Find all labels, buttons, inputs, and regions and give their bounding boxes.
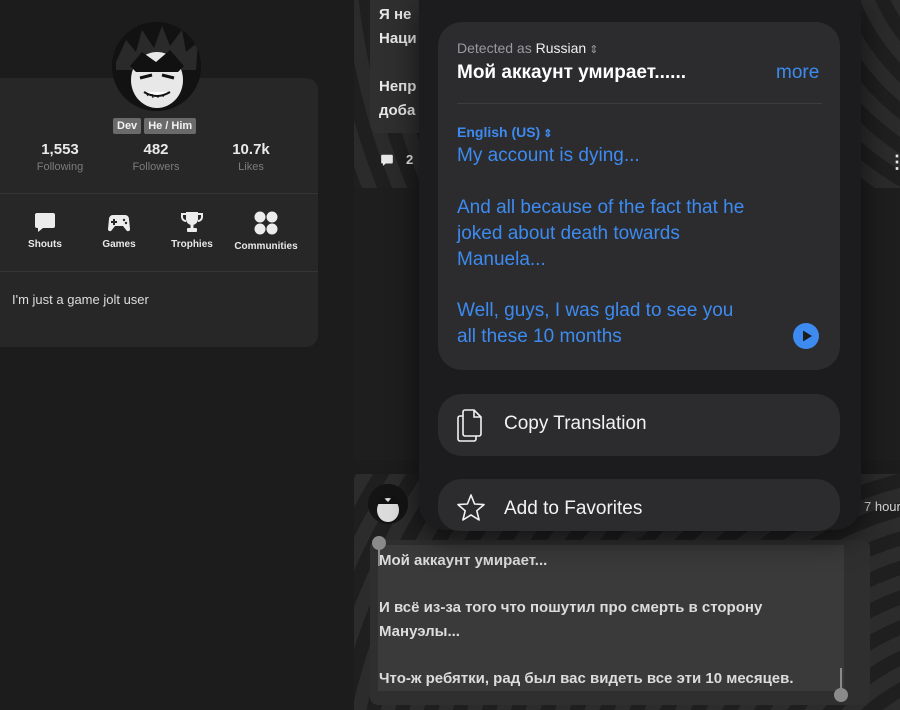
play-pronunciation-button[interactable]	[793, 323, 819, 349]
post-text-line[interactable]: Мой аккаунт умирает...	[379, 552, 547, 569]
post-timestamp: 7 hour	[864, 499, 900, 514]
profile-badges: Dev He / Him	[113, 118, 197, 134]
dev-badge: Dev	[113, 118, 142, 134]
nav-trophies[interactable]: Trophies	[152, 210, 232, 250]
comment-icon	[381, 154, 393, 166]
pronouns-badge: He / Him	[144, 118, 197, 134]
detected-language[interactable]: Detected as Russian ⇕	[457, 40, 598, 56]
nav-communities[interactable]: Communities	[226, 210, 306, 252]
divider	[0, 193, 318, 194]
source-language: Russian	[535, 40, 587, 56]
post-text-line[interactable]: Что-ж ребятки, рад был вас видеть все эт…	[379, 670, 794, 687]
star-icon	[457, 494, 485, 521]
nav-label: Games	[102, 239, 136, 250]
more-options-icon[interactable]: ⋮	[888, 152, 900, 173]
translation-line: Well, guys, I was glad to see you	[457, 300, 734, 321]
translation-line: Manuela...	[457, 249, 546, 270]
action-label: Copy Translation	[504, 413, 647, 434]
more-link[interactable]: more	[776, 62, 819, 84]
chevron-updown-icon: ⇕	[543, 128, 553, 140]
post-text-line[interactable]: И всё из-за того что пошутил про смерть …	[379, 599, 762, 616]
stat-likes[interactable]: 10.7k Likes	[206, 141, 296, 173]
post-author-avatar[interactable]	[368, 484, 408, 524]
comment-count: 2	[406, 152, 414, 167]
stat-following[interactable]: 1,553 Following	[15, 141, 105, 173]
chevron-updown-icon: ⇕	[589, 44, 599, 56]
shouts-icon	[35, 213, 55, 232]
post-text-line: Непр	[379, 78, 417, 95]
stat-followers[interactable]: 482 Followers	[111, 141, 201, 173]
communities-icon	[254, 211, 278, 235]
selection-end-bar	[840, 668, 842, 690]
post-text-line: Я не	[379, 6, 412, 23]
source-text: Мой аккаунт умирает......	[457, 62, 687, 83]
post-text-line[interactable]: Мануэлы...	[379, 623, 460, 640]
divider	[0, 271, 318, 272]
post-text-line: доба	[379, 102, 416, 119]
selection-end-handle[interactable]	[834, 688, 848, 702]
translation-line: And all because of the fact that he	[457, 197, 745, 218]
post-text-line: Наци	[379, 30, 417, 47]
gamepad-icon	[107, 215, 131, 232]
detected-prefix: Detected as	[457, 40, 532, 56]
target-language: English (US)	[457, 124, 541, 140]
nav-games[interactable]: Games	[79, 210, 159, 250]
add-to-favorites-button[interactable]: Add to Favorites	[438, 479, 840, 531]
trophy-icon	[181, 212, 203, 232]
divider	[457, 103, 822, 104]
nav-label: Trophies	[171, 239, 213, 250]
translation-line: all these 10 months	[457, 326, 622, 347]
stat-label: Followers	[132, 161, 180, 173]
stat-value: 482	[143, 141, 169, 158]
stat-label: Following	[36, 161, 84, 173]
profile-avatar[interactable]	[112, 22, 201, 111]
profile-bio: I'm just a game jolt user	[12, 292, 149, 307]
stat-value: 1,553	[41, 141, 79, 158]
play-icon	[803, 330, 812, 342]
nav-shouts[interactable]: Shouts	[5, 210, 85, 250]
target-language-selector[interactable]: English (US) ⇕	[457, 124, 552, 140]
nav-label: Communities	[234, 241, 298, 252]
stat-label: Likes	[238, 161, 264, 173]
stat-value: 10.7k	[232, 141, 270, 158]
translation-line: joked about death towards	[457, 223, 680, 244]
selection-start-bar	[378, 548, 380, 566]
action-label: Add to Favorites	[504, 498, 643, 519]
copy-translation-button[interactable]: Copy Translation	[438, 394, 840, 456]
copy-icon	[457, 409, 482, 442]
translation-line: My account is dying...	[457, 145, 640, 166]
comment-button[interactable]: 2	[380, 152, 413, 167]
nav-label: Shouts	[28, 239, 62, 250]
